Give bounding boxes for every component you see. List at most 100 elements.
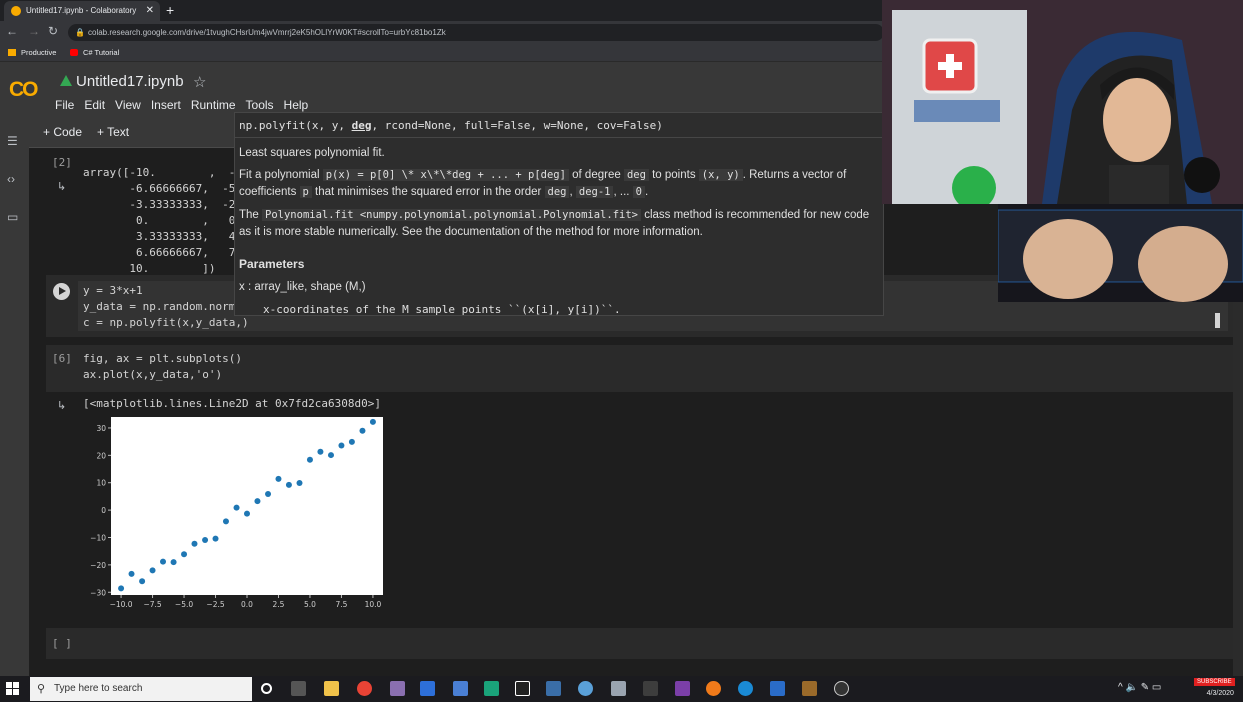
firefox-icon[interactable] bbox=[706, 681, 721, 696]
webcam-overlay bbox=[882, 0, 1243, 204]
data-point bbox=[128, 570, 135, 577]
streamer-webcam-image bbox=[882, 0, 1243, 204]
cell-2-output: array([-10. , -9 -6.66666667, -5 -3.3333… bbox=[83, 166, 242, 275]
app-icon[interactable] bbox=[390, 681, 405, 696]
back-arrow-icon[interactable]: ← bbox=[6, 24, 18, 38]
x-tick-label: −7.5 bbox=[143, 600, 161, 609]
app-icon[interactable] bbox=[515, 681, 530, 696]
forward-arrow-icon[interactable]: → bbox=[28, 24, 40, 38]
cell-6-code[interactable]: fig, ax = plt.subplots() ax.plot(x,y_dat… bbox=[83, 351, 242, 383]
colab-logo[interactable]: CO bbox=[9, 78, 38, 102]
files-folder-icon[interactable]: ▭ bbox=[7, 210, 18, 224]
windows-start-icon[interactable] bbox=[6, 682, 20, 696]
y-tick-label: 30 bbox=[96, 424, 106, 433]
data-point bbox=[160, 558, 167, 565]
cell-2-prompt: [2] bbox=[52, 156, 72, 169]
app-icon[interactable] bbox=[420, 681, 435, 696]
app-icon[interactable] bbox=[834, 681, 849, 696]
data-point bbox=[306, 456, 313, 463]
file-explorer-icon[interactable] bbox=[324, 681, 339, 696]
menu-view[interactable]: View bbox=[115, 98, 141, 112]
app-icon[interactable] bbox=[643, 681, 658, 696]
data-point bbox=[285, 481, 292, 488]
reload-icon[interactable]: ↻ bbox=[48, 24, 58, 38]
notebook-title[interactable]: Untitled17.ipynb bbox=[76, 73, 184, 90]
code-snippets-icon[interactable]: ‹› bbox=[7, 172, 15, 186]
star-icon[interactable]: ☆ bbox=[193, 73, 206, 91]
app-icon[interactable] bbox=[484, 681, 499, 696]
bookmark-csharp-tutorial[interactable]: C# Tutorial bbox=[70, 44, 119, 62]
data-point bbox=[327, 452, 334, 459]
add-code-button[interactable]: + Code bbox=[43, 125, 82, 139]
search-placeholder: Type here to search bbox=[54, 683, 143, 694]
data-point bbox=[202, 536, 209, 543]
menu-tools[interactable]: Tools bbox=[246, 98, 274, 112]
new-tab-icon[interactable]: + bbox=[166, 1, 174, 19]
bookmark-productive[interactable]: Productive bbox=[8, 44, 56, 62]
x-tick-label: −5.0 bbox=[175, 600, 193, 609]
youtube-icon bbox=[70, 49, 78, 56]
onenote-icon[interactable] bbox=[675, 681, 690, 696]
y-tick-label: 0 bbox=[101, 506, 106, 515]
x-tick-label: 2.5 bbox=[273, 600, 285, 609]
tooltip-note: The Polynomial.fit <numpy.polynomial.pol… bbox=[239, 209, 870, 238]
google-drive-icon bbox=[60, 75, 72, 86]
url-input[interactable]: 🔒 colab.research.google.com/drive/1tvugh… bbox=[68, 24, 884, 41]
x-tick-label: 0.0 bbox=[241, 600, 253, 609]
tooltip-description: Fit a polynomial p(x) = p[0] \* x\*\*deg… bbox=[239, 169, 847, 198]
data-point bbox=[244, 510, 250, 517]
y-tick-label: −20 bbox=[90, 561, 106, 570]
app-icon[interactable] bbox=[770, 681, 785, 696]
tooltip-summary: Least squares polynomial fit. bbox=[239, 147, 385, 159]
y-tick-label: 10 bbox=[96, 479, 106, 488]
app-icon[interactable] bbox=[546, 681, 561, 696]
chrome-icon[interactable] bbox=[357, 681, 372, 696]
output-arrow-icon[interactable]: ↳ bbox=[57, 180, 66, 193]
table-of-contents-icon[interactable]: ☰ bbox=[7, 134, 18, 148]
cell-6-output-text: [<matplotlib.lines.Line2D at 0x7fd2ca630… bbox=[83, 397, 382, 410]
system-tray-icons[interactable]: ^ 🔈 ✎ ▭ bbox=[1118, 682, 1161, 693]
empty-cell-prompt: [ ] bbox=[52, 637, 72, 650]
active-cell-code[interactable]: y = 3*x+1 y_data = np.random.norma c = n… bbox=[83, 283, 249, 331]
windows-taskbar: ⚲ Type here to search ^ 🔈 ✎ ▭ 11:24 PM 4… bbox=[0, 676, 1243, 702]
left-rail: ☰ ‹› ▭ bbox=[0, 116, 29, 676]
task-view-icon[interactable] bbox=[291, 681, 306, 696]
data-point bbox=[191, 540, 198, 547]
add-text-button[interactable]: + Text bbox=[97, 125, 129, 139]
x-tick-label: −2.5 bbox=[206, 600, 224, 609]
data-point bbox=[139, 578, 146, 585]
data-point bbox=[233, 504, 240, 511]
app-icon[interactable] bbox=[578, 681, 593, 696]
output-arrow-icon[interactable]: ↳ bbox=[57, 399, 66, 412]
cortana-icon[interactable] bbox=[261, 683, 272, 694]
taskbar-search-input[interactable]: ⚲ Type here to search bbox=[30, 677, 252, 701]
menu-insert[interactable]: Insert bbox=[151, 98, 181, 112]
param-x: x : array_like, shape (M,) bbox=[239, 281, 366, 293]
y-tick-label: −30 bbox=[90, 588, 106, 597]
menu-file[interactable]: File bbox=[55, 98, 74, 112]
app-icon[interactable] bbox=[611, 681, 626, 696]
menu-bar: File Edit View Insert Runtime Tools Help bbox=[55, 98, 318, 112]
keyboard-cam-overlay bbox=[998, 204, 1243, 302]
x-tick-label: 5.0 bbox=[304, 600, 316, 609]
data-point bbox=[369, 418, 376, 425]
cell-6-prompt: [6] bbox=[52, 352, 72, 365]
tab-close-icon[interactable]: ✕ bbox=[146, 1, 154, 21]
run-cell-button[interactable] bbox=[53, 283, 70, 300]
data-point bbox=[359, 427, 366, 434]
app-icon[interactable] bbox=[453, 681, 468, 696]
subscribe-badge: SUBSCRIBE bbox=[1194, 678, 1235, 686]
menu-edit[interactable]: Edit bbox=[84, 98, 105, 112]
editor-scroll-thumb[interactable] bbox=[1215, 313, 1220, 328]
empty-code-cell[interactable] bbox=[46, 628, 1233, 659]
minecraft-icon[interactable] bbox=[802, 681, 817, 696]
y-tick-label: −10 bbox=[90, 533, 106, 542]
data-point bbox=[338, 442, 345, 449]
app-icon[interactable] bbox=[738, 681, 753, 696]
browser-tab[interactable]: Untitled17.ipynb - Colaboratory ✕ bbox=[4, 1, 160, 21]
keyboard-hands-image bbox=[998, 204, 1243, 302]
docstring-tooltip: np.polyfit(x, y, deg, rcond=None, full=F… bbox=[234, 112, 884, 316]
menu-runtime[interactable]: Runtime bbox=[191, 98, 236, 112]
search-icon: ⚲ bbox=[37, 683, 46, 695]
menu-help[interactable]: Help bbox=[284, 98, 309, 112]
